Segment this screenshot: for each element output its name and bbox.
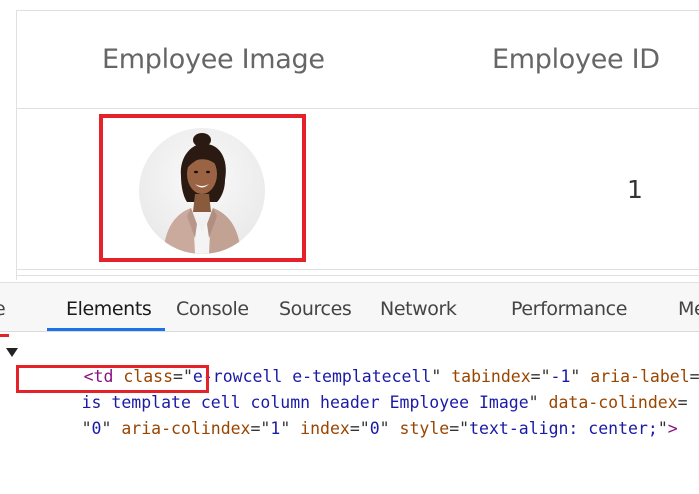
column-header-employee-image[interactable]: Employee Image <box>102 44 325 75</box>
code-token: 0 <box>369 419 380 438</box>
code-token: style <box>389 419 450 438</box>
table-row[interactable]: 1 <box>17 109 699 270</box>
code-token: text-align: center; <box>469 419 658 438</box>
breakpoint-marker <box>0 334 9 337</box>
code-token: " <box>280 419 291 438</box>
code-token: " <box>81 419 92 438</box>
expand-triangle-icon[interactable] <box>6 348 18 357</box>
code-token: =" <box>449 419 470 438</box>
row-divider <box>17 275 699 276</box>
code-token: = <box>689 367 699 386</box>
tab-performance[interactable]: Performance <box>511 298 627 320</box>
column-header-employee-id[interactable]: Employee ID <box>492 44 660 75</box>
devtools-panel: e Elements Console Sources Network Perfo… <box>0 282 699 438</box>
code-token: index <box>290 419 350 438</box>
code-token: > <box>667 419 678 438</box>
aria-label-highlight <box>16 365 209 393</box>
grid-header: Employee Image Employee ID <box>17 11 699 109</box>
code-token: " <box>101 419 112 438</box>
tab-partial-right[interactable]: Me <box>678 298 699 320</box>
tab-network[interactable]: Network <box>380 298 457 320</box>
tab-console[interactable]: Console <box>176 298 249 320</box>
code-token: = <box>677 393 688 412</box>
tab-elements[interactable]: Elements <box>66 298 152 320</box>
devtools-tab-bar: e Elements Console Sources Network Perfo… <box>0 282 699 332</box>
employee-photo-icon <box>163 133 241 254</box>
code-token: =" <box>349 419 370 438</box>
tab-sources[interactable]: Sources <box>279 298 352 320</box>
template-cell-highlight <box>99 114 306 262</box>
employee-photo <box>139 128 265 254</box>
code-token: aria-colindex <box>111 419 251 438</box>
active-tab-underline <box>47 328 165 331</box>
dom-line-1[interactable]: <td class="e-rowcell e-templatecell" tab… <box>0 338 699 386</box>
code-token: " <box>657 419 668 438</box>
dom-tree: <td class="e-rowcell e-templatecell" tab… <box>0 338 699 494</box>
code-token: 0 <box>91 419 102 438</box>
dom-line-3[interactable]: "0" aria-colindex="1" index="0" style="t… <box>22 390 678 438</box>
employee-grid: Employee Image Employee ID 1 <box>16 10 699 280</box>
tab-partial-left[interactable]: e <box>0 298 6 320</box>
code-token: " <box>379 419 390 438</box>
employee-id-cell: 1 <box>627 175 643 204</box>
code-token: =" <box>250 419 271 438</box>
code-token: 1 <box>270 419 281 438</box>
